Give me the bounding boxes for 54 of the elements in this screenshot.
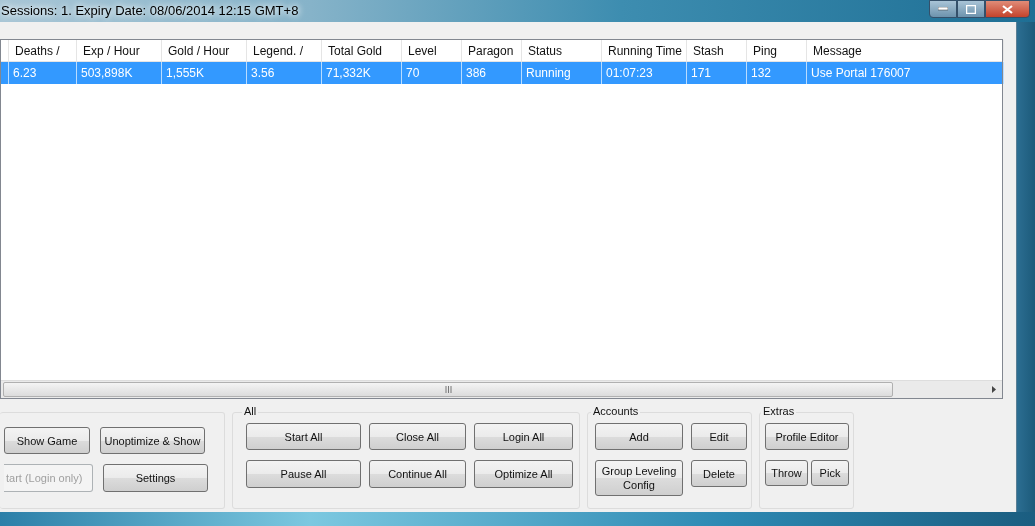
action-button[interactable]: Edit <box>691 423 747 450</box>
column-header[interactable]: Legend. / <box>247 40 322 61</box>
table-cell: 1,555K <box>162 62 247 84</box>
window-title: Sessions: 1. Expiry Date: 08/06/2014 12:15 GMT+8 <box>1 3 299 18</box>
table-cell: 01:07:23 <box>602 62 687 84</box>
column-header[interactable]: Level <box>402 40 462 61</box>
table-cell: 71,332K <box>322 62 402 84</box>
close-icon <box>1002 4 1013 14</box>
action-button[interactable]: Delete <box>691 460 747 487</box>
column-header[interactable]: Message <box>807 40 1004 61</box>
table-cell: 3.56 <box>247 62 322 84</box>
action-button[interactable]: Show Game <box>4 427 90 454</box>
table-cell: 386 <box>462 62 522 84</box>
table-cell: 70 <box>402 62 462 84</box>
table-cell: 171 <box>687 62 747 84</box>
group-title: All <box>242 405 259 417</box>
group-title: Accounts <box>591 405 641 417</box>
horizontal-scrollbar[interactable] <box>1 380 1002 398</box>
column-header[interactable]: Running Time <box>602 40 687 61</box>
table-cell: Running <box>522 62 602 84</box>
action-button[interactable]: Login All <box>474 423 573 450</box>
column-header[interactable]: Ping <box>747 40 807 61</box>
column-header[interactable]: Status <box>522 40 602 61</box>
column-header[interactable]: Exp / Hour <box>77 40 162 61</box>
action-button[interactable]: Group Leveling Config <box>595 460 683 496</box>
table-cell: Use Portal 176007 <box>807 62 1004 84</box>
action-button[interactable]: Add <box>595 423 683 450</box>
column-header[interactable]: Deaths / <box>9 40 77 61</box>
column-header[interactable]: Total Gold <box>322 40 402 61</box>
action-button[interactable]: Start All <box>246 423 361 450</box>
minimize-icon <box>938 7 948 11</box>
action-button[interactable]: Close All <box>369 423 466 450</box>
table-cell: 132 <box>747 62 807 84</box>
group-title: Extras <box>761 405 797 417</box>
action-button[interactable]: Settings <box>103 464 208 492</box>
action-button[interactable]: Optimize All <box>474 460 573 488</box>
action-button[interactable]: Unoptimize & Show <box>100 427 205 454</box>
table-cell: 6.23 <box>9 62 77 84</box>
action-button[interactable]: Continue All <box>369 460 466 488</box>
maximize-button[interactable] <box>957 0 985 18</box>
column-header[interactable]: Gold / Hour <box>162 40 247 61</box>
column-header[interactable]: Stash <box>687 40 747 61</box>
table-cell: 503,898K <box>77 62 162 84</box>
action-button[interactable]: Throw <box>765 460 808 486</box>
action-button[interactable]: Pause All <box>246 460 361 488</box>
action-button[interactable]: Pick <box>811 460 849 486</box>
close-button[interactable] <box>985 0 1030 18</box>
grip-icon <box>444 386 452 393</box>
minimize-button[interactable] <box>929 0 957 18</box>
action-button[interactable]: Profile Editor <box>765 423 849 450</box>
right-arrow-icon[interactable] <box>992 386 996 393</box>
maximize-icon <box>966 4 976 14</box>
scrollbar-thumb[interactable] <box>3 382 893 397</box>
column-header[interactable]: Paragon <box>462 40 522 61</box>
